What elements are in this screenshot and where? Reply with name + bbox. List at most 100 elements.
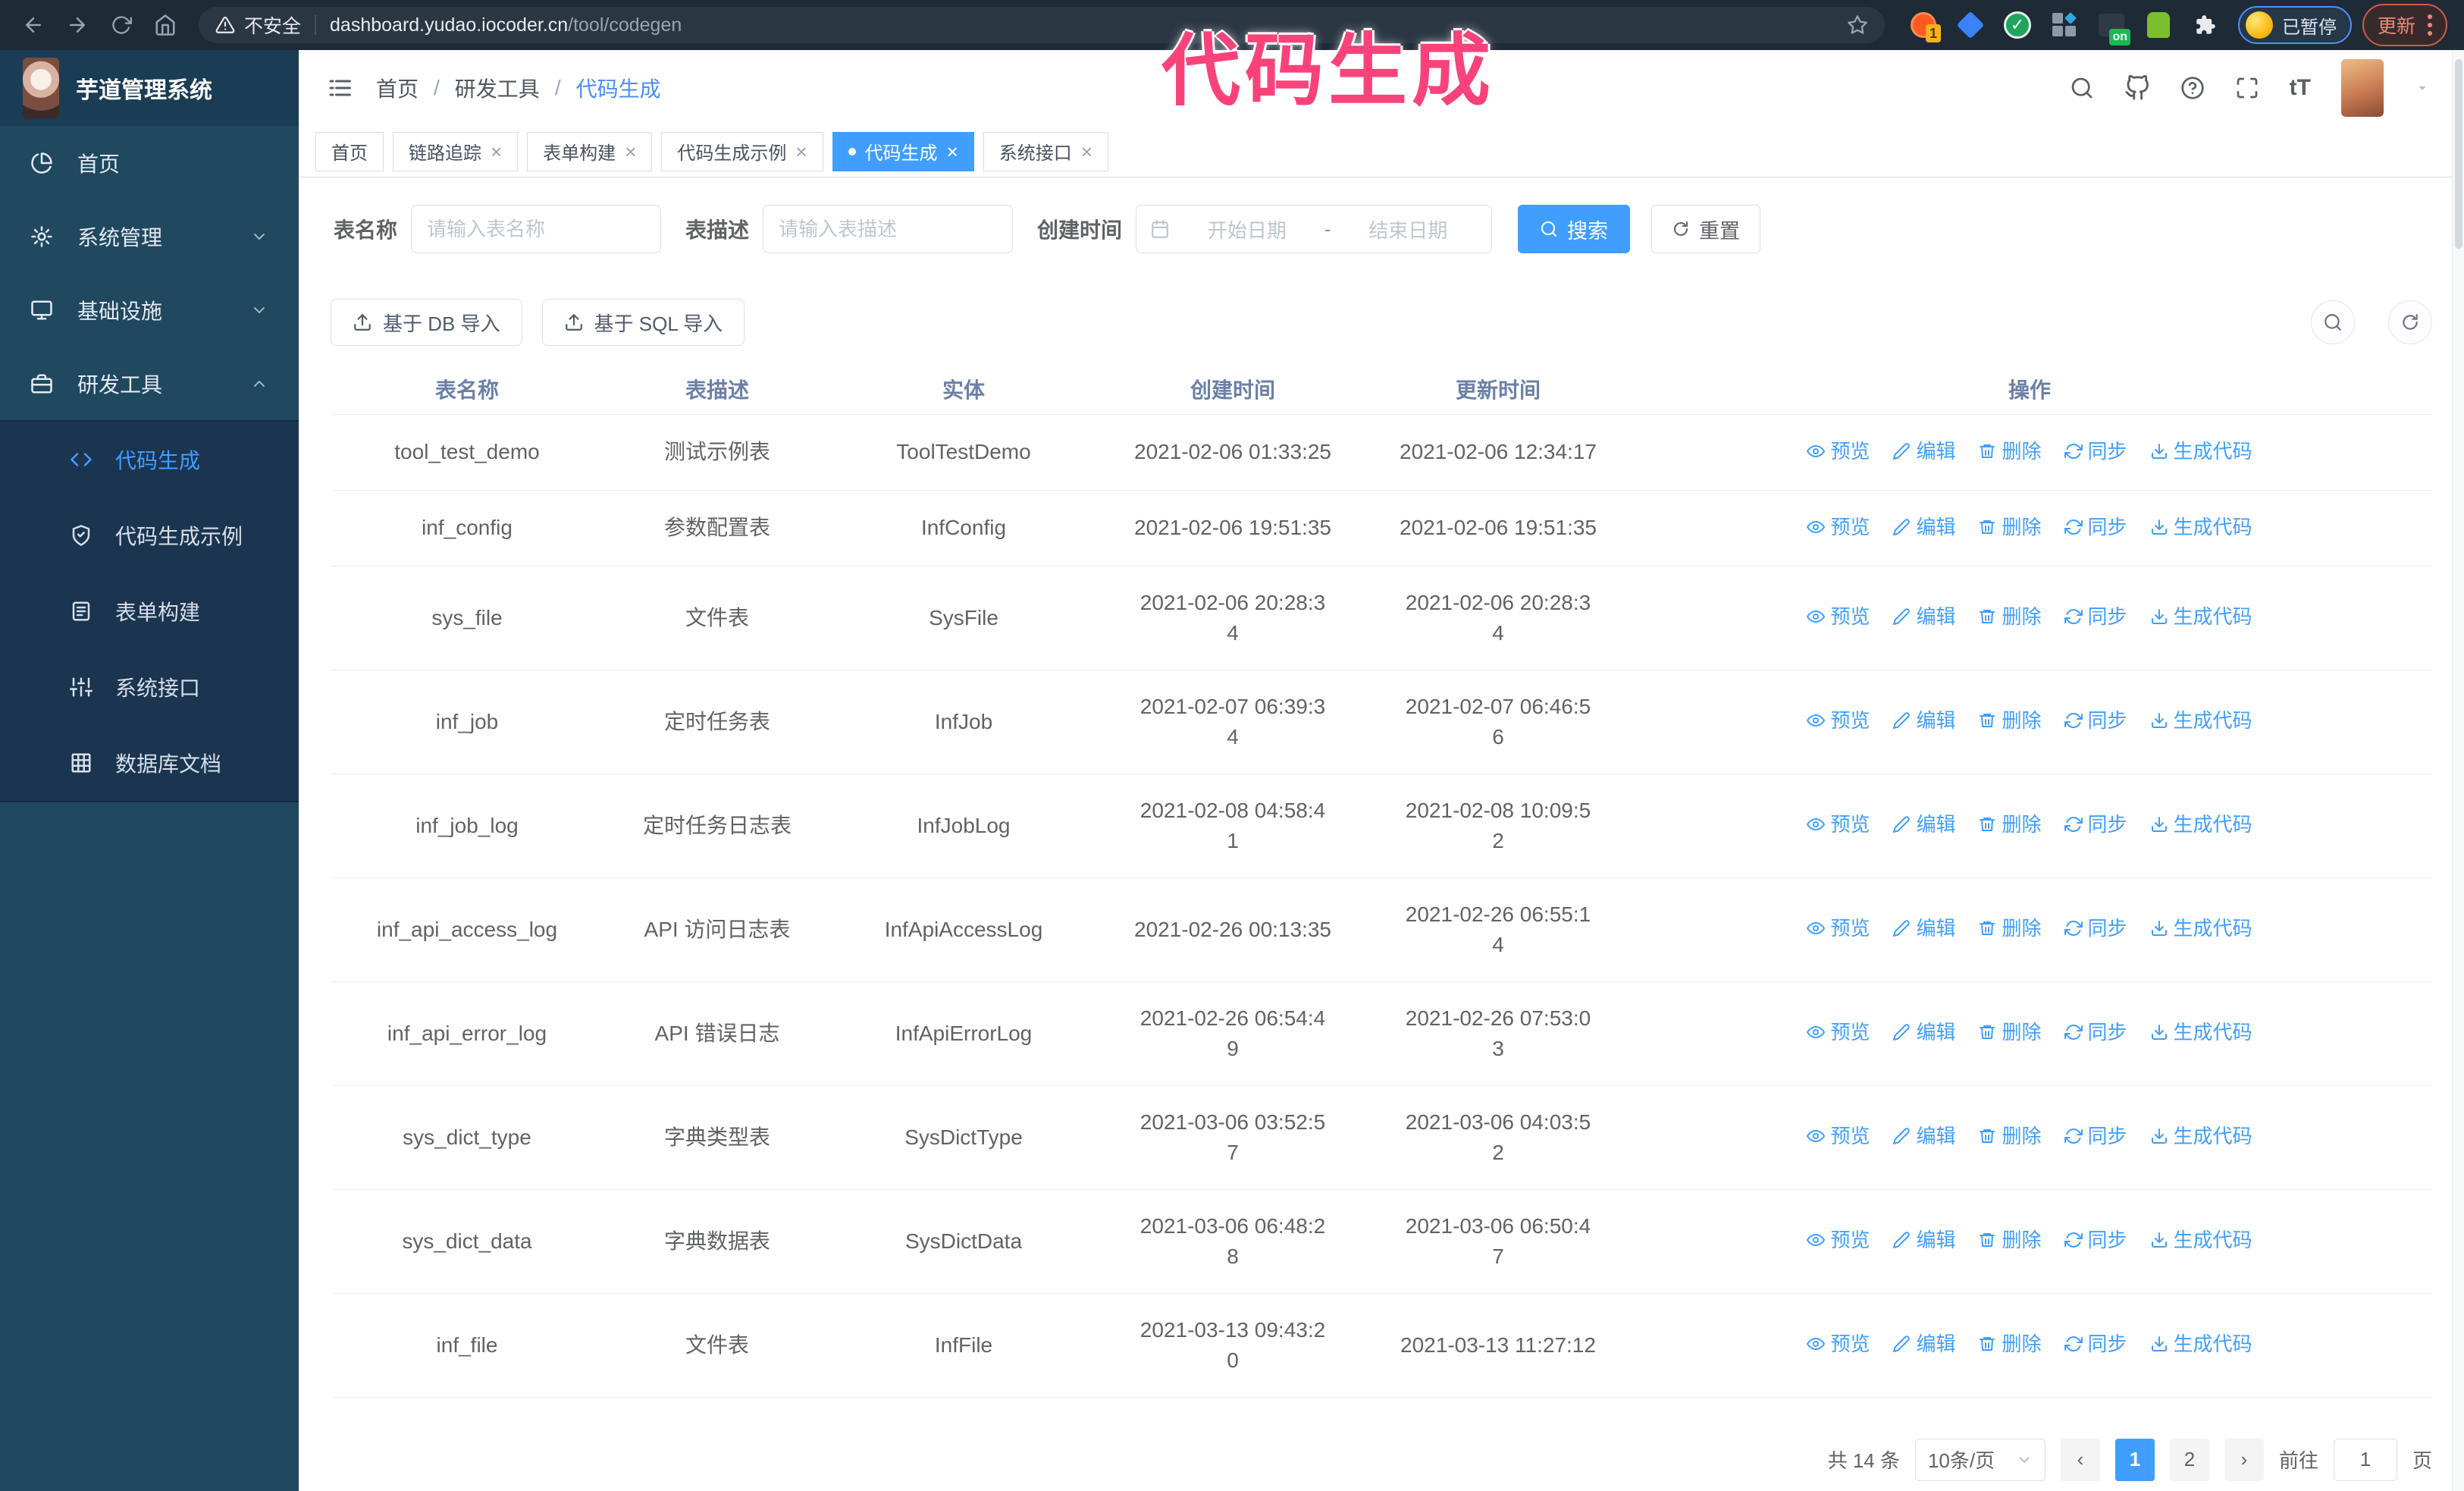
generate-code-link[interactable]: 生成代码: [2150, 913, 2252, 943]
delete-link[interactable]: 删除: [1978, 913, 2042, 943]
page-button-2[interactable]: 2: [2169, 1438, 2209, 1481]
sidebar-item-codegen[interactable]: 代码生成: [0, 422, 299, 498]
sync-link[interactable]: 同步: [2064, 705, 2127, 736]
sidebar-item-codegen-example[interactable]: 代码生成示例: [0, 498, 299, 573]
sidebar-item-system[interactable]: 系统管理: [0, 199, 299, 273]
reset-button[interactable]: 重置: [1651, 205, 1761, 253]
edit-link[interactable]: 编辑: [1892, 913, 1955, 943]
close-icon[interactable]: ×: [795, 142, 807, 162]
sync-link[interactable]: 同步: [2064, 809, 2127, 840]
edit-link[interactable]: 编辑: [1892, 705, 1955, 736]
font-size-icon[interactable]: tT: [2290, 75, 2311, 101]
edit-link[interactable]: 编辑: [1892, 1121, 1955, 1151]
extension-icon[interactable]: [2050, 11, 2079, 39]
preview-link[interactable]: 预览: [1807, 809, 1870, 840]
delete-link[interactable]: 删除: [1978, 1121, 2042, 1151]
sidebar-item-home[interactable]: 首页: [0, 126, 299, 199]
profile-paused-badge[interactable]: 已暂停: [2237, 6, 2352, 44]
sync-link[interactable]: 同步: [2064, 1225, 2127, 1255]
edit-link[interactable]: 编辑: [1892, 809, 1955, 840]
tab-codegen[interactable]: 代码生成 ×: [832, 131, 974, 171]
close-icon[interactable]: ×: [947, 142, 958, 162]
breadcrumb-home[interactable]: 首页: [376, 73, 419, 103]
prev-page-button[interactable]: ‹: [2060, 1438, 2100, 1481]
sync-link[interactable]: 同步: [2064, 1121, 2127, 1151]
browser-update-button[interactable]: 更新: [2362, 4, 2447, 46]
sidebar-item-form-builder[interactable]: 表单构建: [0, 573, 299, 649]
close-icon[interactable]: ×: [1081, 142, 1092, 162]
sync-link[interactable]: 同步: [2064, 436, 2127, 466]
edit-link[interactable]: 编辑: [1892, 1329, 1955, 1359]
address-bar[interactable]: 不安全 dashboard.yudao.iocoder.cn/tool/code…: [199, 7, 1885, 43]
tab-home[interactable]: 首页: [315, 131, 384, 171]
toggle-search-button[interactable]: [2311, 300, 2355, 344]
help-icon[interactable]: [2180, 76, 2205, 100]
tab-system-api[interactable]: 系统接口 ×: [983, 131, 1108, 171]
fullscreen-icon[interactable]: [2235, 76, 2259, 100]
generate-code-link[interactable]: 生成代码: [2150, 1017, 2252, 1047]
preview-link[interactable]: 预览: [1807, 512, 1870, 542]
browser-forward-button[interactable]: [61, 8, 94, 42]
search-button[interactable]: 搜索: [1518, 205, 1631, 253]
edit-link[interactable]: 编辑: [1892, 512, 1955, 542]
preview-link[interactable]: 预览: [1807, 705, 1870, 736]
edit-link[interactable]: 编辑: [1892, 1225, 1955, 1255]
tab-form-builder[interactable]: 表单构建 ×: [527, 131, 653, 171]
header-search-icon[interactable]: [2070, 76, 2094, 100]
page-size-select[interactable]: 10条/页: [1914, 1438, 2045, 1481]
delete-link[interactable]: 删除: [1978, 705, 2042, 736]
sync-link[interactable]: 同步: [2064, 1017, 2127, 1047]
goto-page-input[interactable]: [2333, 1438, 2397, 1481]
edit-link[interactable]: 编辑: [1892, 1017, 1955, 1047]
generate-code-link[interactable]: 生成代码: [2150, 601, 2252, 632]
sidebar-item-infra[interactable]: 基础设施: [0, 273, 299, 347]
breadcrumb-devtools[interactable]: 研发工具: [455, 73, 540, 103]
preview-link[interactable]: 预览: [1807, 1017, 1870, 1047]
extension-icon[interactable]: on: [2097, 11, 2130, 46]
preview-link[interactable]: 预览: [1807, 436, 1870, 466]
generate-code-link[interactable]: 生成代码: [2150, 809, 2252, 840]
scrollbar-thumb[interactable]: [2455, 59, 2462, 249]
date-range-picker[interactable]: 开始日期 - 结束日期: [1136, 205, 1493, 253]
sync-link[interactable]: 同步: [2064, 913, 2127, 943]
delete-link[interactable]: 删除: [1978, 1225, 2042, 1255]
import-sql-button[interactable]: 基于 SQL 导入: [541, 299, 745, 346]
preview-link[interactable]: 预览: [1807, 1225, 1870, 1255]
browser-back-button[interactable]: [17, 8, 50, 42]
sidebar-item-system-api[interactable]: 系统接口: [0, 649, 299, 725]
scrollbar[interactable]: [2452, 50, 2464, 1491]
generate-code-link[interactable]: 生成代码: [2150, 1329, 2252, 1359]
table-desc-input[interactable]: [763, 205, 1014, 253]
extension-icon[interactable]: [2144, 11, 2173, 39]
extension-icon[interactable]: ✓: [2003, 11, 2032, 39]
security-chip[interactable]: 不安全: [215, 11, 301, 39]
sidebar-item-db-doc[interactable]: 数据库文档: [0, 725, 299, 801]
generate-code-link[interactable]: 生成代码: [2150, 1121, 2252, 1151]
sync-link[interactable]: 同步: [2064, 601, 2127, 632]
browser-reload-button[interactable]: [105, 8, 138, 42]
generate-code-link[interactable]: 生成代码: [2150, 512, 2252, 542]
hamburger-icon[interactable]: [326, 74, 353, 102]
table-name-input[interactable]: [411, 205, 662, 253]
delete-link[interactable]: 删除: [1978, 436, 2042, 466]
bookmark-star-icon[interactable]: [1847, 14, 1868, 36]
preview-link[interactable]: 预览: [1807, 1329, 1870, 1359]
edit-link[interactable]: 编辑: [1892, 601, 1955, 632]
extension-icon[interactable]: [1956, 11, 1985, 39]
sync-link[interactable]: 同步: [2064, 1329, 2127, 1359]
close-icon[interactable]: ×: [625, 142, 636, 162]
extensions-puzzle-icon[interactable]: [2191, 11, 2220, 39]
tab-codegen-example[interactable]: 代码生成示例 ×: [661, 131, 823, 171]
preview-link[interactable]: 预览: [1807, 1121, 1870, 1151]
close-icon[interactable]: ×: [491, 142, 502, 162]
sync-link[interactable]: 同步: [2064, 512, 2127, 542]
delete-link[interactable]: 删除: [1978, 1017, 2042, 1047]
generate-code-link[interactable]: 生成代码: [2150, 705, 2252, 736]
tab-tracing[interactable]: 链路追踪 ×: [393, 131, 519, 171]
github-icon[interactable]: [2124, 75, 2150, 101]
next-page-button[interactable]: ›: [2224, 1438, 2264, 1481]
user-avatar[interactable]: [2341, 59, 2384, 117]
delete-link[interactable]: 删除: [1978, 1329, 2042, 1359]
sidebar-item-devtools[interactable]: 研发工具: [0, 347, 299, 420]
import-db-button[interactable]: 基于 DB 导入: [331, 299, 522, 346]
